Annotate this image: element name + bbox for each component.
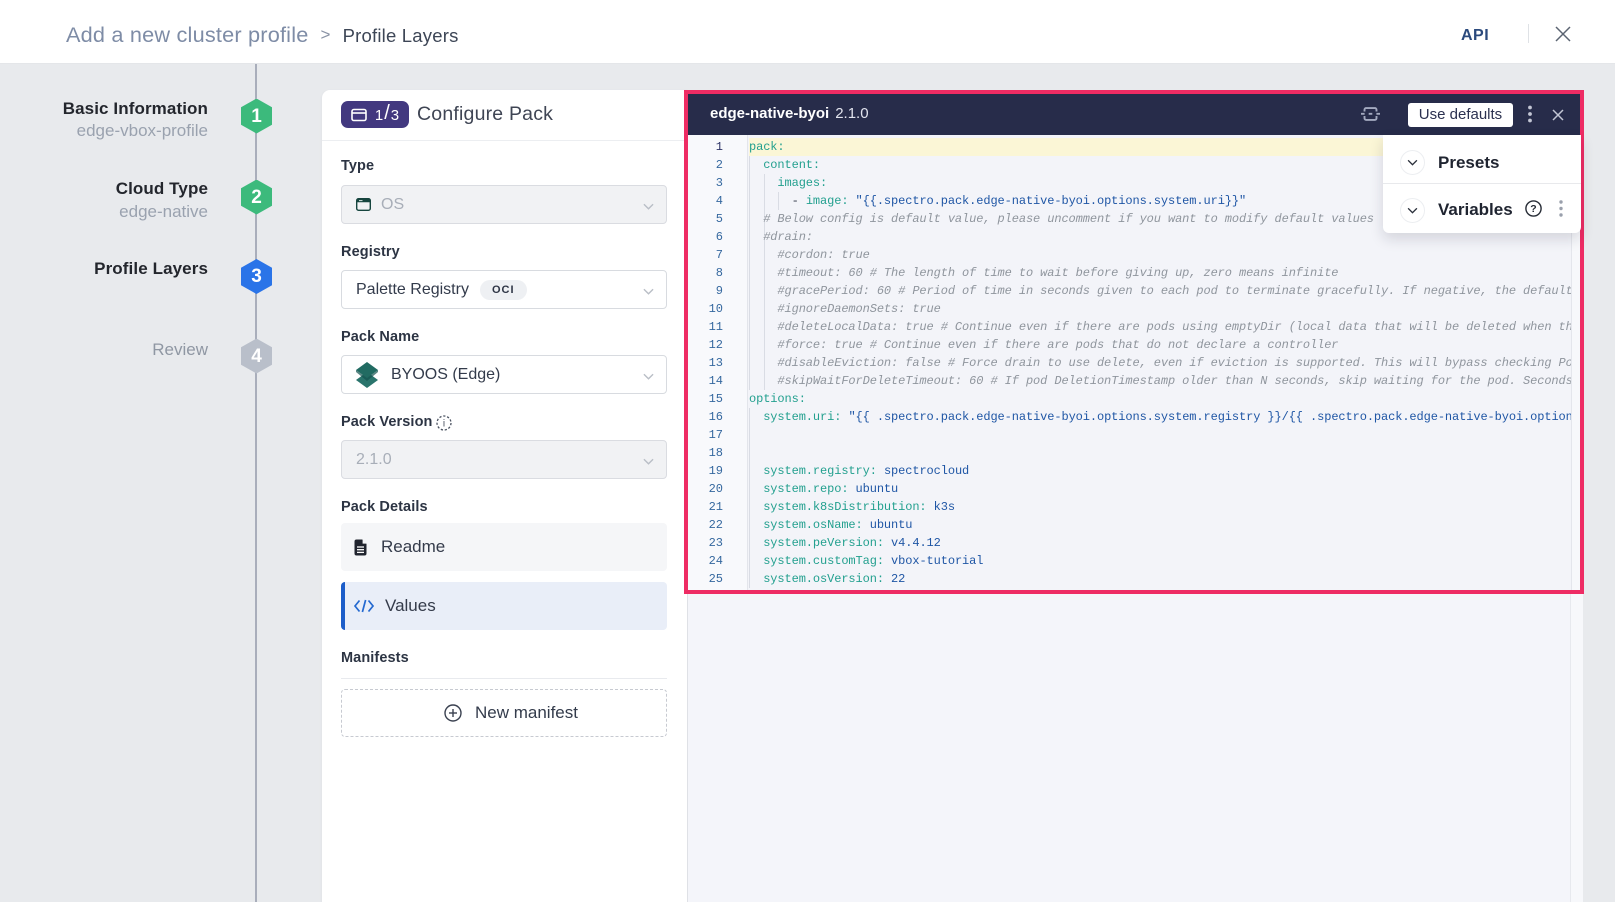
svg-text:i: i [443,419,445,430]
svg-text:?: ? [1530,203,1536,215]
